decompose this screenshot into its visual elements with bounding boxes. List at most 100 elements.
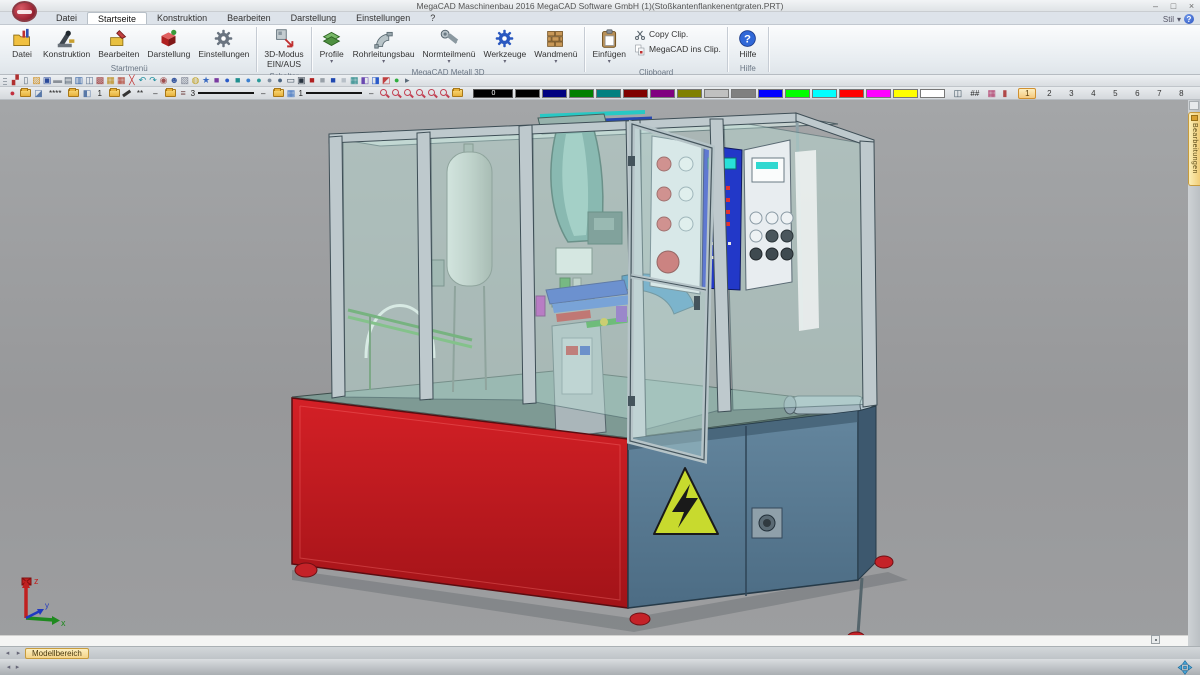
line-type-preview[interactable]: 1 xyxy=(299,89,362,98)
doc-settings-icon[interactable]: ▥ xyxy=(74,75,85,86)
menu-tab-einstellungen[interactable]: Einstellungen xyxy=(346,12,420,24)
layer-button-6[interactable]: 6 xyxy=(1128,88,1146,99)
zoom-in-icon[interactable] xyxy=(415,88,425,98)
layer-button-1[interactable]: 1 xyxy=(1018,88,1036,99)
color-swatch[interactable] xyxy=(677,89,702,98)
blue-pair-icon[interactable]: ◨ xyxy=(370,75,381,86)
ribbon-button-3d-modus[interactable]: 3D-Modus EIN/AUS xyxy=(261,26,306,70)
chevron-down-icon[interactable]: ▾ xyxy=(1177,15,1181,24)
expand-arrow-icon[interactable]: ▸ xyxy=(402,75,413,86)
gear-red-icon[interactable]: ◉ xyxy=(158,75,169,86)
grid-red-icon[interactable]: ▦ xyxy=(116,75,127,86)
ribbon-button-hilfe[interactable]: ? Hilfe xyxy=(732,26,764,61)
layer-button-2[interactable]: 2 xyxy=(1040,88,1058,99)
redo-icon[interactable]: ↷ xyxy=(148,75,159,86)
close-button[interactable]: × xyxy=(1186,1,1197,12)
attribute-folder-button[interactable] xyxy=(452,89,463,97)
box-blue-icon[interactable]: ■ xyxy=(328,75,339,86)
pen-icon[interactable] xyxy=(122,88,132,98)
tab-next-button[interactable]: ▸ xyxy=(14,649,23,657)
ribbon-button-werkzeuge[interactable]: Werkzeuge ▾ xyxy=(480,26,529,66)
menu-tab-konstruktion[interactable]: Konstruktion xyxy=(147,12,217,24)
minimize-button[interactable]: – xyxy=(1150,1,1161,12)
ribbon-button-konstruktion[interactable]: Konstruktion xyxy=(40,26,93,61)
model-space-tab[interactable]: Modellbereich xyxy=(25,648,89,659)
layer-button-3[interactable]: 3 xyxy=(1062,88,1080,99)
menu-tab-datei[interactable]: Datei xyxy=(46,12,87,24)
style-dropdown[interactable]: Stil xyxy=(1163,15,1174,24)
ribbon-button-wandmenu[interactable]: Wandmenü ▾ xyxy=(531,26,580,66)
color-swatch[interactable] xyxy=(596,89,621,98)
ribbon-button-profile[interactable]: Rohrleitungsbau Profile ▾ xyxy=(316,26,348,66)
color-swatch[interactable] xyxy=(839,89,864,98)
status-next-button[interactable]: ▸ xyxy=(13,663,22,671)
ribbon-button-bearbeiten[interactable]: Bearbeiten xyxy=(95,26,142,61)
zoom-window-icon[interactable] xyxy=(379,88,389,98)
line-style-icon[interactable]: ≡ xyxy=(178,88,189,98)
color-grid-icon[interactable]: ▦ xyxy=(286,88,297,99)
side-tab-bearbeitungen[interactable]: Bearbeitungen xyxy=(1188,112,1200,186)
color-swatch[interactable] xyxy=(920,89,945,98)
camera-icon[interactable]: ▣ xyxy=(296,75,307,86)
menu-tab-bearbeiten[interactable]: Bearbeiten xyxy=(217,12,281,24)
cut-red-icon[interactable]: ╳ xyxy=(127,75,138,86)
round-blue-icon[interactable]: ● xyxy=(243,75,254,86)
ribbon-button-rohrleitungsbau[interactable]: Rohrleitungsbau ▾ xyxy=(350,26,418,66)
round-teal-icon[interactable]: ● xyxy=(254,75,265,86)
color-swatch[interactable] xyxy=(704,89,729,98)
color-swatch[interactable] xyxy=(866,89,891,98)
menu-tab-startseite[interactable]: Startseite xyxy=(87,12,147,24)
maximize-button[interactable]: □ xyxy=(1168,1,1179,12)
screen-icon[interactable]: ◫ xyxy=(952,88,963,99)
menu-tab-help[interactable]: ? xyxy=(420,12,445,24)
save-icon[interactable]: ▣ xyxy=(42,75,53,86)
record-dot-icon[interactable]: ● xyxy=(7,88,18,98)
sheet-color-icon[interactable]: ◪ xyxy=(33,88,44,99)
color-swatch[interactable] xyxy=(893,89,918,98)
current-color-swatch[interactable]: 0 xyxy=(473,89,513,98)
sphere-blue-icon[interactable]: ● xyxy=(222,75,233,86)
monitor-small-icon[interactable]: ▭ xyxy=(285,75,296,86)
layer-palette-icon[interactable]: ▦ xyxy=(986,88,997,99)
zoom-all-icon[interactable] xyxy=(439,88,449,98)
scroll-corner-box[interactable] xyxy=(1151,635,1160,644)
new-file-icon[interactable]: ▯ xyxy=(21,75,32,86)
round-gray-icon[interactable]: ● xyxy=(264,75,275,86)
layer-button-8[interactable]: 8 xyxy=(1172,88,1190,99)
green-circle-icon[interactable]: ● xyxy=(391,75,402,86)
toolbar-grip[interactable] xyxy=(3,76,7,85)
color-swatch[interactable] xyxy=(569,89,594,98)
side-panel-pin-button[interactable] xyxy=(1189,101,1199,110)
model-viewport[interactable]: z x y Bearbeitungen xyxy=(0,100,1200,646)
status-prev-button[interactable]: ◂ xyxy=(4,663,13,671)
attribute-folder-button[interactable] xyxy=(20,89,31,97)
attribute-folder-button[interactable] xyxy=(68,89,79,97)
box-silver-icon[interactable]: ■ xyxy=(338,75,349,86)
tab-prev-button[interactable]: ◂ xyxy=(3,649,12,657)
red-white-icon[interactable]: ◩ xyxy=(381,75,392,86)
round-dark-icon[interactable]: ● xyxy=(275,75,286,86)
menu-tab-darstellung[interactable]: Darstellung xyxy=(281,12,347,24)
color-swatch[interactable] xyxy=(731,89,756,98)
color-swatch[interactable] xyxy=(650,89,675,98)
minus-icon[interactable]: ▬ xyxy=(52,75,63,86)
open-folder-icon[interactable]: ▨ xyxy=(31,75,42,86)
zoom-dynamic-icon[interactable] xyxy=(391,88,401,98)
lamp-icon[interactable]: ◍ xyxy=(190,75,201,86)
attribute-folder-button[interactable] xyxy=(165,89,176,97)
box-red-icon[interactable]: ■ xyxy=(307,75,318,86)
pin-icon[interactable]: ▮ xyxy=(999,88,1010,99)
box-gray-icon[interactable]: ■ xyxy=(317,75,328,86)
ribbon-button-normteilmenu[interactable]: Normteilmenü ▾ xyxy=(420,26,479,66)
color-swatch[interactable] xyxy=(812,89,837,98)
ribbon-button-einfuegen[interactable]: Einfügen ▾ xyxy=(589,26,629,66)
palette-icon[interactable]: ▧ xyxy=(180,75,191,86)
stamp-icon[interactable]: ▞ xyxy=(10,75,21,86)
layer-button-4[interactable]: 4 xyxy=(1084,88,1102,99)
ribbon-button-darstellung[interactable]: Darstellung xyxy=(144,26,193,61)
attribute-folder-button[interactable] xyxy=(273,89,284,97)
ribbon-button-megacad-ins-clip[interactable]: MegaCAD ins Clip. xyxy=(631,44,723,56)
teal-grid-icon[interactable]: ▦ xyxy=(349,75,360,86)
line-width-preview[interactable]: 3 xyxy=(191,89,254,98)
zoom-out-icon[interactable] xyxy=(427,88,437,98)
